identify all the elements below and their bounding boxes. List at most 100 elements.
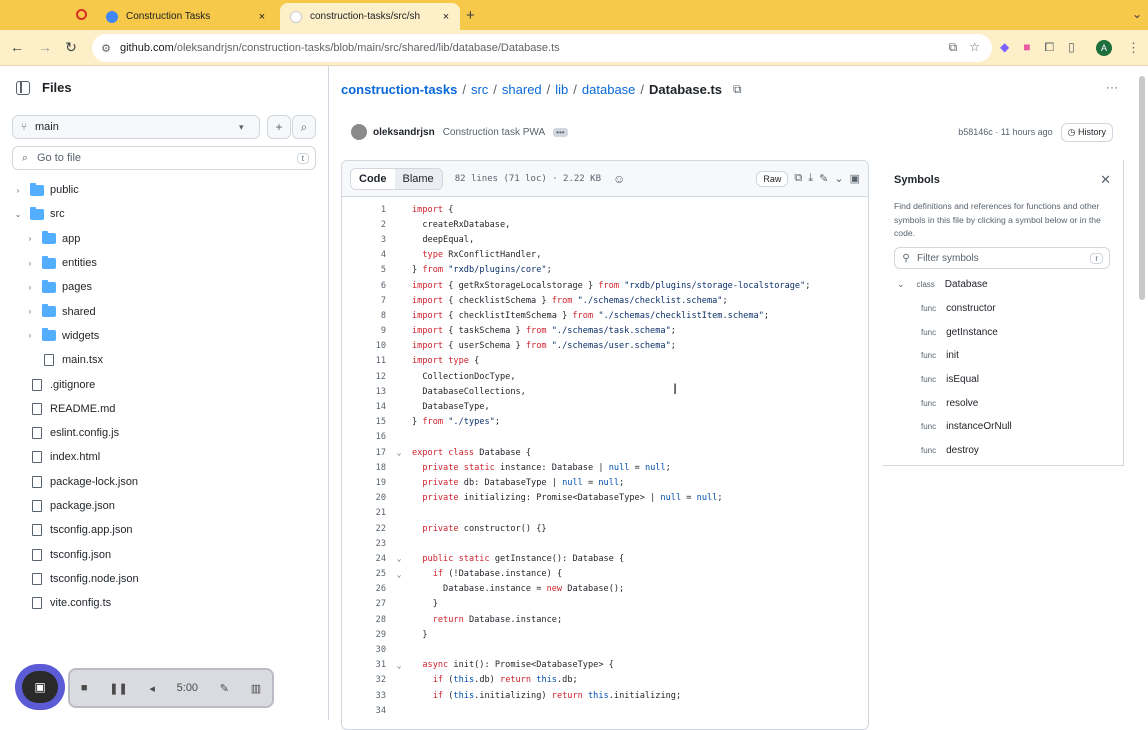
tree-file[interactable]: eslint.config.js — [0, 421, 328, 445]
go-to-file-input[interactable]: ⌕ Go to file t — [12, 146, 316, 170]
side-panel-icon[interactable]: ▯ — [1068, 40, 1075, 55]
profile-avatar[interactable]: A — [1096, 40, 1112, 56]
symbol-item[interactable]: func resolve — [883, 391, 1123, 415]
commit-author[interactable]: oleksandrjsn — [373, 127, 435, 138]
line-number[interactable]: 10 — [342, 341, 386, 351]
line-number[interactable]: 27 — [342, 599, 386, 609]
code-line[interactable]: 8 import { checklistItemSchema } from "./… — [342, 308, 868, 323]
tree-folder[interactable]: › shared — [0, 299, 328, 323]
line-number[interactable]: 16 — [342, 432, 386, 442]
browser-tab-construction-tasks[interactable]: Construction Tasks × — [96, 3, 276, 30]
symbol-item[interactable]: func init — [883, 344, 1123, 368]
tree-file[interactable]: main.tsx — [0, 348, 328, 372]
chevron-right-icon[interactable]: › — [24, 259, 36, 268]
chevron-right-icon[interactable]: › — [12, 186, 24, 195]
line-number[interactable]: 14 — [342, 402, 386, 412]
draw-icon[interactable]: ✎ — [220, 682, 229, 695]
tab-code[interactable]: Code — [351, 168, 395, 189]
breadcrumb-link[interactable]: src — [471, 82, 488, 97]
breadcrumb-link[interactable]: lib — [555, 82, 568, 97]
new-tab-button[interactable]: + — [466, 7, 475, 24]
code-line[interactable]: 16 — [342, 430, 868, 445]
history-button[interactable]: ◷ History — [1060, 122, 1113, 142]
camera-icon[interactable]: ▣ — [22, 671, 58, 703]
tree-file[interactable]: package.json — [0, 494, 328, 518]
bookmark-star-icon[interactable]: ☆ — [969, 40, 980, 55]
code-line[interactable]: 2 createRxDatabase, — [342, 217, 868, 232]
line-number[interactable]: 30 — [342, 645, 386, 655]
tree-folder[interactable]: › pages — [0, 275, 328, 299]
line-number[interactable]: 11 — [342, 356, 386, 366]
code-line[interactable]: 22 private constructor() {} — [342, 521, 868, 536]
fold-chevron-icon[interactable]: ⌄ — [386, 448, 412, 457]
delete-icon[interactable]: ▥ — [251, 682, 261, 695]
tree-file[interactable]: tsconfig.json — [0, 542, 328, 566]
code-line[interactable]: 9 import { taskSchema } from "./schemas/t… — [342, 324, 868, 339]
tree-file[interactable]: tsconfig.app.json — [0, 518, 328, 542]
mute-icon[interactable]: ◂ — [149, 682, 155, 695]
add-file-button[interactable]: + — [267, 115, 291, 139]
code-line[interactable]: 19 private db: DatabaseType | null = nul… — [342, 475, 868, 490]
symbols-panel-icon[interactable]: ▣ — [850, 172, 860, 185]
tree-file[interactable]: index.html — [0, 445, 328, 469]
collapse-panel-icon[interactable] — [16, 80, 30, 95]
back-arrow-icon[interactable]: ← — [8, 39, 26, 55]
symbol-item[interactable]: func getInstance — [883, 320, 1123, 344]
close-icon[interactable]: ✕ — [1100, 172, 1111, 188]
code-line[interactable]: 20 private initializing: Promise<Databas… — [342, 491, 868, 506]
line-number[interactable]: 21 — [342, 508, 386, 518]
more-options-icon[interactable]: ··· — [1100, 80, 1124, 102]
address-bar[interactable]: ⚙ github.com/oleksandrjsn/construction-t… — [92, 34, 992, 62]
breadcrumb-link[interactable]: database — [582, 82, 636, 97]
tree-file[interactable]: tsconfig.node.json — [0, 567, 328, 591]
search-button[interactable]: ⌕ — [292, 115, 316, 139]
symbol-item[interactable]: ⌄ class Database — [883, 273, 1123, 297]
code-line[interactable]: 1 import { — [342, 202, 868, 217]
browser-menu-icon[interactable]: ⋮ — [1127, 40, 1140, 56]
chevron-down-icon[interactable]: ⌄ — [834, 172, 843, 185]
copilot-icon[interactable]: ☺ — [613, 172, 625, 186]
extension-icon[interactable]: ◆ — [1000, 40, 1009, 55]
tab-search-chevron-icon[interactable]: ⌄ — [1132, 7, 1142, 21]
code-line[interactable]: 21 — [342, 506, 868, 521]
code-line[interactable]: 11 import type { — [342, 354, 868, 369]
tree-folder[interactable]: › entities — [0, 251, 328, 275]
code-line[interactable]: 6 import { getRxStorageLocalstorage } fro… — [342, 278, 868, 293]
code-line[interactable]: 24 ⌄ public static getInstance(): Databas… — [342, 551, 868, 566]
chevron-down-icon[interactable]: ⌄ — [897, 279, 905, 290]
line-number[interactable]: 8 — [342, 311, 386, 321]
line-number[interactable]: 23 — [342, 539, 386, 549]
tree-folder[interactable]: ⌄ src — [0, 202, 328, 226]
close-tab-icon[interactable]: × — [254, 11, 270, 23]
tab-blame[interactable]: Blame — [394, 168, 442, 189]
line-number[interactable]: 32 — [342, 675, 386, 685]
fold-chevron-icon[interactable]: ⌄ — [386, 661, 412, 670]
fold-chevron-icon[interactable]: ⌄ — [386, 554, 412, 563]
tree-folder[interactable]: › app — [0, 227, 328, 251]
code-line[interactable]: 10 import { userSchema } from "./schemas/… — [342, 339, 868, 354]
commit-details-toggle[interactable]: ••• — [553, 127, 568, 137]
line-number[interactable]: 25 — [342, 569, 386, 579]
line-number[interactable]: 3 — [342, 235, 386, 245]
code-line[interactable]: 18 private static instance: Database | n… — [342, 460, 868, 475]
code-line[interactable]: 29 } — [342, 627, 868, 642]
tree-file[interactable]: .gitignore — [0, 372, 328, 396]
code-line[interactable]: 7 import { checklistSchema } from "./sche… — [342, 293, 868, 308]
line-number[interactable]: 29 — [342, 630, 386, 640]
line-number[interactable]: 28 — [342, 615, 386, 625]
stop-icon[interactable]: ■ — [81, 682, 88, 694]
line-number[interactable]: 1 — [342, 205, 386, 215]
line-number[interactable]: 13 — [342, 387, 386, 397]
line-number[interactable]: 2 — [342, 220, 386, 230]
author-avatar[interactable] — [351, 124, 367, 140]
tree-file[interactable]: README.md — [0, 397, 328, 421]
close-tab-icon[interactable]: × — [438, 11, 454, 23]
code-line[interactable]: 32 if (this.db) return this.db; — [342, 673, 868, 688]
code-line[interactable]: 3 deepEqual, — [342, 232, 868, 247]
screen-recorder-widget[interactable]: ▣ — [15, 664, 65, 710]
line-number[interactable]: 22 — [342, 524, 386, 534]
filter-symbols-input[interactable]: ⚲ Filter symbols r — [894, 247, 1110, 269]
raw-button[interactable]: Raw — [756, 170, 789, 187]
line-number[interactable]: 26 — [342, 584, 386, 594]
symbol-item[interactable]: func instanceOrNull — [883, 415, 1123, 439]
